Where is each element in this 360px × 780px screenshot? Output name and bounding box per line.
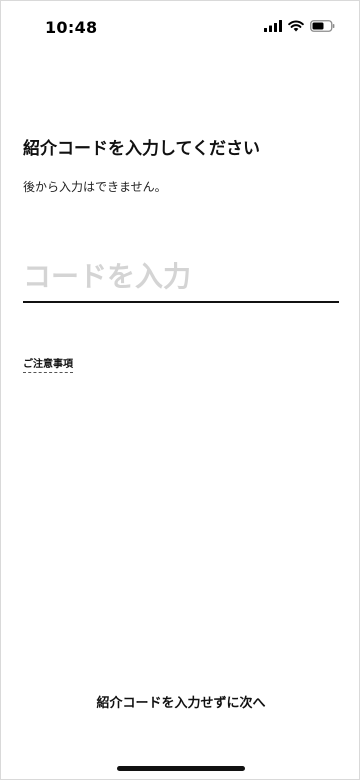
skip-button[interactable]: 紹介コードを入力せずに次へ bbox=[1, 685, 360, 717]
status-time: 10:48 bbox=[45, 18, 98, 37]
status-bar: 10:48 bbox=[1, 1, 360, 51]
battery-icon bbox=[310, 20, 335, 32]
home-indicator bbox=[117, 766, 245, 771]
notes-link[interactable]: ご注意事項 bbox=[23, 355, 73, 373]
signal-icon bbox=[264, 20, 282, 32]
screen-frame: 10:48 紹介コードを入力してください 後から入力はできません。 コードを入力… bbox=[0, 0, 360, 780]
referral-code-input[interactable] bbox=[23, 251, 339, 303]
status-icons bbox=[264, 20, 335, 32]
notice-text: 後から入力はできません。 bbox=[23, 180, 167, 194]
page-title: 紹介コードを入力してください bbox=[23, 139, 260, 159]
wifi-icon bbox=[288, 20, 304, 32]
